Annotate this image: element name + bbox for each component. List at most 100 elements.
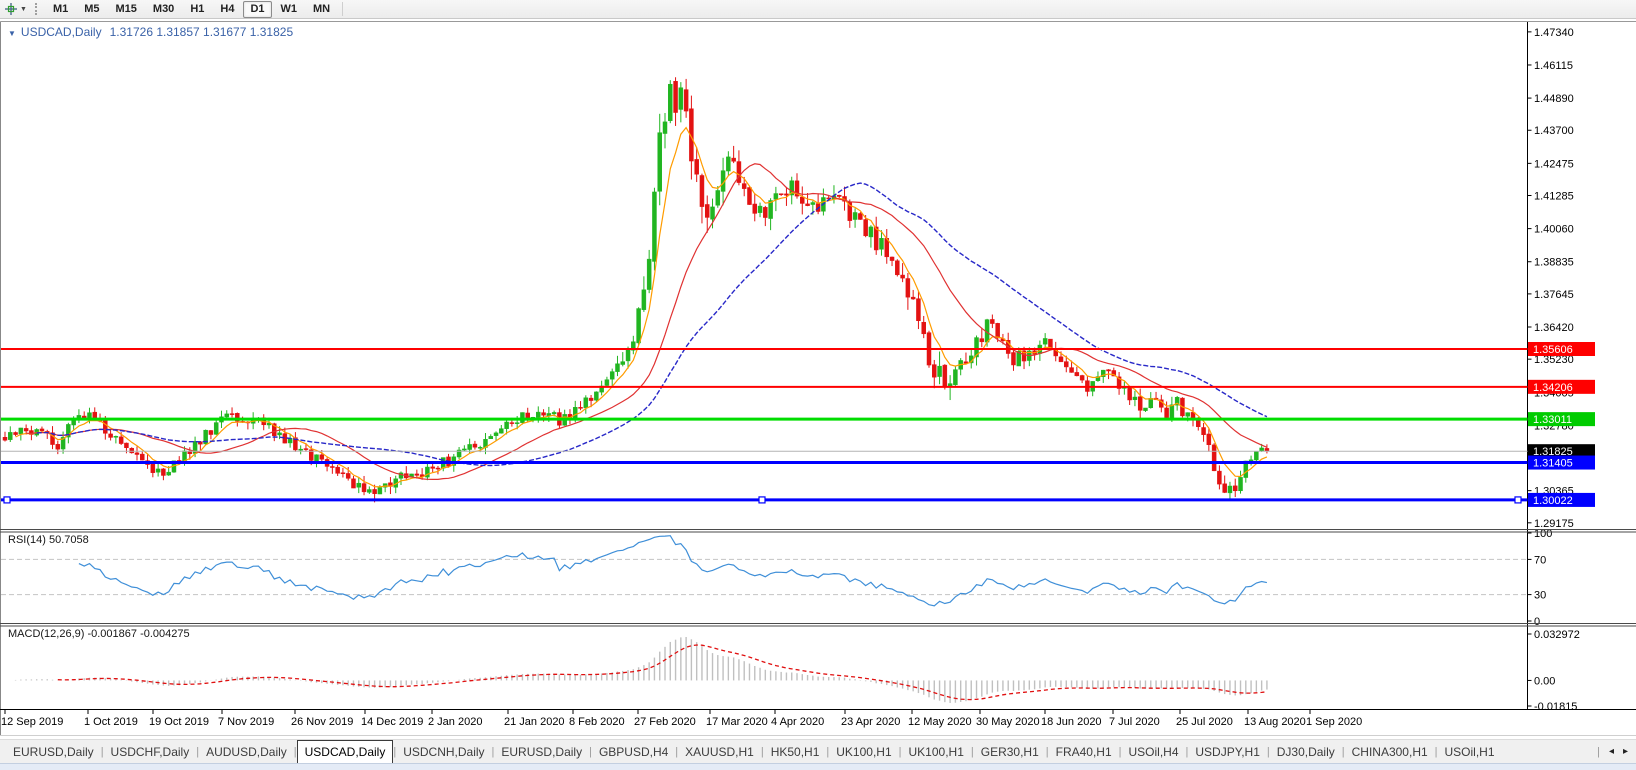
chart-tab-usoil-h1[interactable]: USOil,H1 [1438, 740, 1502, 763]
chart-tab-bar: EURUSD,Daily | USDCHF,Daily | AUDUSD,Daily | U… [0, 739, 1636, 763]
price-chart: 1.47340 1.46115 1.44890 1.43700 1.42475 1.412… [0, 21, 1636, 736]
macd-histogram [14, 637, 1268, 703]
chart-tab-gbpusd-h4[interactable]: GBPUSD,H4 [592, 740, 675, 763]
chart-tab-usdchf-daily[interactable]: USDCHF,Daily [104, 740, 197, 763]
tool-dropdown-caret-icon[interactable]: ▼ [20, 6, 27, 13]
hline-selection-handle[interactable] [1514, 496, 1522, 504]
time-axis: 12 Sep 2019 1 Oct 2019 19 Oct 2019 7 Nov 20… [1, 710, 1362, 728]
svg-text:1 Oct 2019: 1 Oct 2019 [84, 716, 138, 728]
chart-tab-xauusd-h1[interactable]: XAUUSD,H1 [678, 740, 761, 763]
svg-text:21 Jan 2020: 21 Jan 2020 [504, 716, 565, 728]
svg-text:13 Aug 2020: 13 Aug 2020 [1244, 716, 1306, 728]
chart-title: ▼ USDCAD,Daily 1.31726 1.31857 1.31677 1.3… [8, 25, 293, 39]
chart-tab-usoil-h4[interactable]: USOil,H4 [1122, 740, 1186, 763]
price-badge-1.30022: 1.30022 [1528, 492, 1595, 507]
chart-tab-china300-h1[interactable]: CHINA300,H1 [1345, 740, 1435, 763]
svg-text:1.30022: 1.30022 [1533, 495, 1573, 507]
chart-tab-ger30-h1[interactable]: GER30,H1 [974, 740, 1046, 763]
svg-text:0.032972: 0.032972 [1534, 629, 1580, 641]
chart-tab-audusd-daily[interactable]: AUDUSD,Daily [199, 740, 294, 763]
svg-text:1.43700: 1.43700 [1534, 125, 1574, 137]
tab-scroll-arrows: | ◂ ▸ [1589, 740, 1636, 763]
candlestick-series [2, 77, 1270, 503]
crosshair-tool-icon[interactable] [3, 2, 19, 16]
tab-scroll-right-icon[interactable]: ▸ [1623, 746, 1628, 757]
svg-text:1.35606: 1.35606 [1533, 344, 1573, 356]
svg-text:1.41285: 1.41285 [1534, 191, 1574, 203]
svg-text:1.37645: 1.37645 [1534, 289, 1574, 301]
timeframe-buttons: M1 M5 M15 M30 H1 H4 D1 W1 MN [45, 0, 338, 18]
hline-selection-handle[interactable] [758, 496, 766, 504]
timeframe-button-m1[interactable]: M1 [46, 1, 75, 18]
svg-text:0.00: 0.00 [1534, 675, 1555, 687]
chart-tab-uk100-h1[interactable]: UK100,H1 [829, 740, 898, 763]
chart-tab-dj30-daily[interactable]: DJ30,Daily [1270, 740, 1342, 763]
svg-text:1.38835: 1.38835 [1534, 257, 1574, 269]
chart-tab-eurusd-daily[interactable]: EURUSD,Daily [494, 740, 589, 763]
svg-text:70: 70 [1534, 554, 1546, 566]
svg-text:2 Jan 2020: 2 Jan 2020 [428, 716, 482, 728]
svg-text:23 Apr 2020: 23 Apr 2020 [841, 716, 900, 728]
svg-text:1.31405: 1.31405 [1533, 458, 1573, 470]
price-badge-1.33011: 1.33011 [1528, 412, 1595, 427]
svg-text:1.40060: 1.40060 [1534, 224, 1574, 236]
toolbar-separator [342, 2, 344, 16]
macd-signal-line [57, 644, 1267, 701]
svg-text:1.46115: 1.46115 [1534, 60, 1573, 72]
svg-text:18 Jun 2020: 18 Jun 2020 [1041, 716, 1102, 728]
chart-tab-usdjpy-h1[interactable]: USDJPY,H1 [1188, 740, 1266, 763]
svg-text:30: 30 [1534, 590, 1546, 602]
rsi-axis: 10070300 [1527, 528, 1552, 628]
timeframe-button-h1[interactable]: H1 [183, 1, 211, 18]
svg-text:27 Feb 2020: 27 Feb 2020 [634, 716, 696, 728]
svg-text:19 Oct 2019: 19 Oct 2019 [149, 716, 209, 728]
svg-text:26 Nov 2019: 26 Nov 2019 [291, 716, 353, 728]
macd-indicator-label: MACD(12,26,9) -0.001867 -0.004275 [8, 628, 190, 640]
svg-text:4 Apr 2020: 4 Apr 2020 [771, 716, 824, 728]
svg-text:30 May 2020: 30 May 2020 [976, 716, 1040, 728]
price-badge-1.31405: 1.31405 [1528, 455, 1595, 470]
timeframe-button-mn[interactable]: MN [306, 1, 337, 18]
chart-symbol-label: USDCAD,Daily [20, 25, 102, 39]
timeframe-button-d1[interactable]: D1 [243, 0, 272, 18]
svg-text:25 Jul 2020: 25 Jul 2020 [1176, 716, 1233, 728]
toolbar-grip-handle[interactable] [34, 3, 39, 15]
timeframe-button-h4[interactable]: H4 [213, 1, 241, 18]
price-badge-1.34206: 1.34206 [1528, 379, 1595, 394]
chart-ohlc-values: 1.31726 1.31857 1.31677 1.31825 [109, 25, 294, 39]
timeframe-toolbar: ▼ M1 M5 M15 M30 H1 H4 D1 W1 MN [0, 0, 1636, 19]
chart-tab-eurusd-daily[interactable]: EURUSD,Daily [6, 740, 101, 763]
svg-text:14 Dec 2019: 14 Dec 2019 [361, 716, 423, 728]
hline-selection-handle[interactable] [3, 496, 11, 504]
timeframe-button-m30[interactable]: M30 [146, 1, 181, 18]
svg-text:1.42475: 1.42475 [1534, 158, 1574, 170]
svg-text:1.36420: 1.36420 [1534, 322, 1574, 334]
chart-tab-hk50-h1[interactable]: HK50,H1 [764, 740, 827, 763]
tab-scroll-left-icon[interactable]: ◂ [1609, 746, 1614, 757]
rsi-indicator-label: RSI(14) 50.7058 [8, 534, 89, 546]
timeframe-button-m15[interactable]: M15 [109, 1, 144, 18]
svg-text:1.47340: 1.47340 [1534, 27, 1574, 39]
svg-text:8 Feb 2020: 8 Feb 2020 [569, 716, 625, 728]
macd-axis: 0.032972 0.00 -0.01815 [1527, 629, 1580, 713]
price-badge-1.35606: 1.35606 [1528, 342, 1595, 356]
chart-tab-usdcnh-daily[interactable]: USDCNH,Daily [396, 740, 491, 763]
svg-text:12 May 2020: 12 May 2020 [908, 716, 972, 728]
chart-tab-fra40-h1[interactable]: FRA40,H1 [1049, 740, 1119, 763]
chart-tab-uk100-h1[interactable]: UK100,H1 [902, 740, 971, 763]
svg-text:1 Sep 2020: 1 Sep 2020 [1306, 716, 1362, 728]
timeframe-button-m5[interactable]: M5 [77, 1, 106, 18]
chart-tab-usdcad-daily[interactable]: USDCAD,Daily [296, 740, 394, 763]
chart-collapse-caret-icon[interactable]: ▼ [8, 29, 16, 38]
ma-fast-line [15, 126, 1268, 488]
svg-text:7 Jul 2020: 7 Jul 2020 [1109, 716, 1160, 728]
svg-text:1.44890: 1.44890 [1534, 93, 1574, 105]
symbol-tabs: EURUSD,Daily | USDCHF,Daily | AUDUSD,Daily | U… [0, 740, 1589, 763]
svg-text:1.33011: 1.33011 [1533, 414, 1572, 426]
rsi-line [78, 535, 1268, 607]
svg-text:17 Mar 2020: 17 Mar 2020 [706, 716, 768, 728]
svg-text:12 Sep 2019: 12 Sep 2019 [1, 716, 63, 728]
tab-separator: | [1597, 745, 1600, 758]
svg-text:-0.01815: -0.01815 [1534, 701, 1577, 713]
timeframe-button-w1[interactable]: W1 [274, 1, 305, 18]
